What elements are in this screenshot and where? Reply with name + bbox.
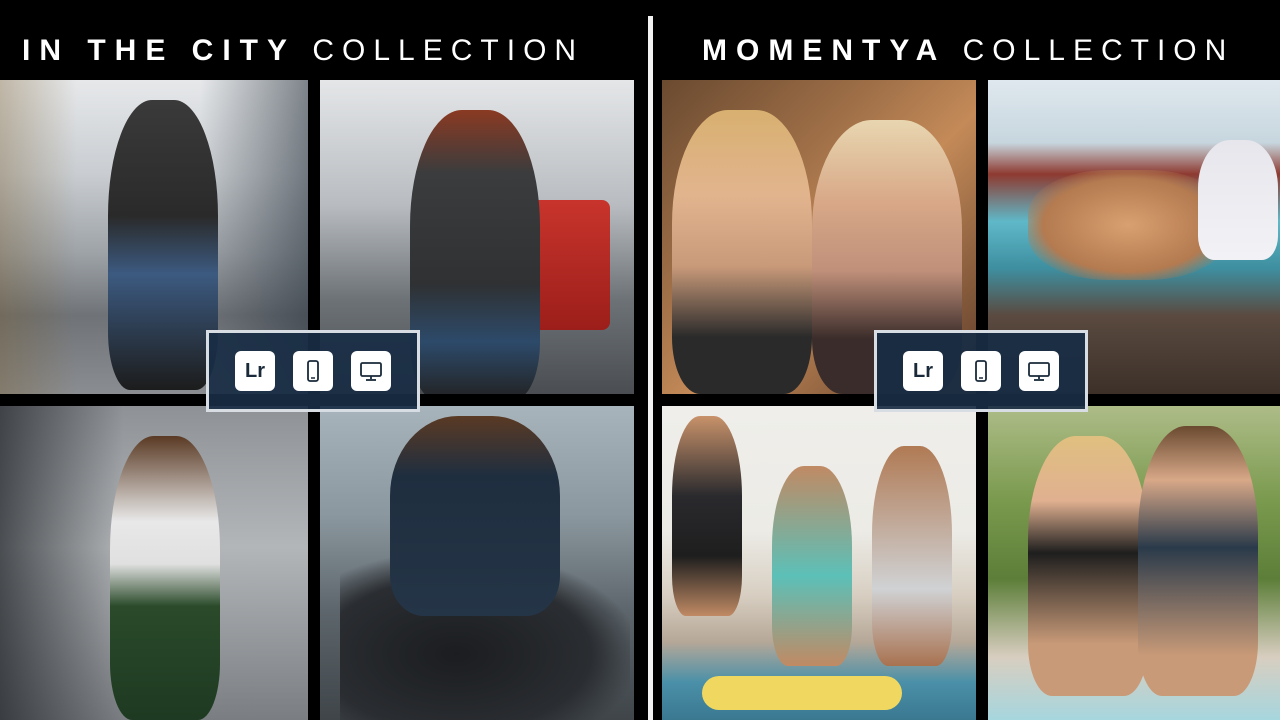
mobile-icon xyxy=(961,351,1001,391)
left-format-badges: Lr xyxy=(206,330,420,412)
lightroom-label: Lr xyxy=(913,359,933,382)
left-title-bold: IN THE CITY xyxy=(22,34,297,67)
couple-poolside-photo xyxy=(988,406,1280,720)
lightroom-label: Lr xyxy=(245,359,265,382)
left-collection-title: IN THE CITY COLLECTION xyxy=(22,32,584,70)
left-title-thin: COLLECTION xyxy=(312,34,585,67)
right-collection-panel: MOMENTYA COLLECTION Lr xyxy=(660,0,1280,720)
lightroom-icon: Lr xyxy=(235,351,275,391)
right-title-bold: MOMENTYA xyxy=(702,34,947,67)
desktop-icon xyxy=(1019,351,1059,391)
bridge-pose-photo xyxy=(0,406,308,720)
motorcycle-photo xyxy=(320,406,634,720)
jumping-friends-photo xyxy=(662,406,976,720)
right-collection-title: MOMENTYA COLLECTION xyxy=(702,32,1234,70)
right-format-badges: Lr xyxy=(874,330,1088,412)
desktop-icon xyxy=(351,351,391,391)
mobile-icon xyxy=(293,351,333,391)
lightroom-icon: Lr xyxy=(903,351,943,391)
collection-divider xyxy=(648,16,653,720)
left-collection-panel: IN THE CITY COLLECTION Lr xyxy=(0,0,640,720)
right-title-thin: COLLECTION xyxy=(962,34,1235,67)
